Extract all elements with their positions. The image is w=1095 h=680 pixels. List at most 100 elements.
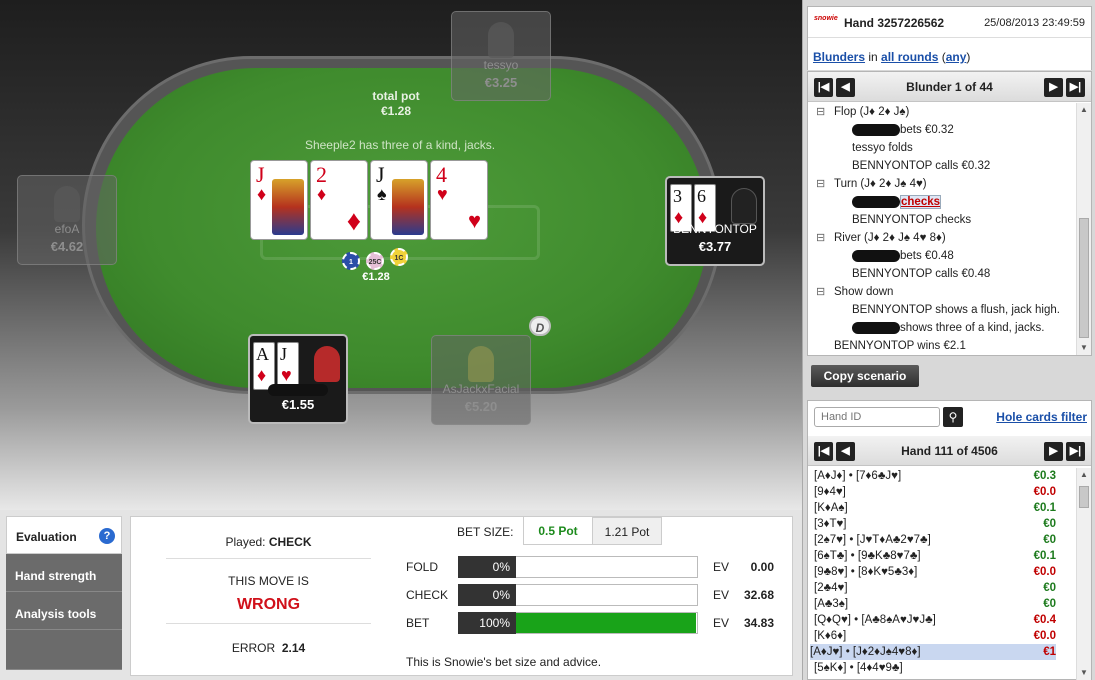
history-scrollbar[interactable]: ▲ ▼ [1076,103,1091,355]
collapse-toggle-icon[interactable]: ⊟ [816,283,825,301]
hand-list-item[interactable]: [2♣4♥] €0 [814,580,1056,596]
board-card-suit: ♠ [377,184,387,204]
evaluation-content: Played: CHECK THIS MOVE IS WRONG ERROR 2… [130,516,793,676]
any-link[interactable]: any [946,50,967,64]
hand-list-item[interactable]: [9♣8♥] • [8♦K♥5♣3♦] €0.0 [814,564,1056,580]
hand-list-item[interactable]: [K♦A♠] €0.1 [814,500,1056,516]
prev-hand-button[interactable]: ◀ [836,442,855,461]
seat-bennyontop[interactable]: 3 ♦ 6 ♦ BENNYONTOP €3.77 [665,176,765,266]
tab-hand-strength[interactable]: Hand strength [6,554,122,592]
scroll-up-icon[interactable]: ▲ [1077,103,1091,117]
seat-tessyo[interactable]: tessyo €3.25 [451,11,551,101]
hand-cards: [3♦T♥] [814,518,847,530]
last-hand-button[interactable]: ▶| [1066,442,1085,461]
scroll-up-icon[interactable]: ▲ [1077,468,1091,482]
all-rounds-link[interactable]: all rounds [881,50,938,64]
bet-size-label: BET SIZE: [457,525,514,539]
redacted-name [852,195,900,208]
history-line[interactable]: checks [852,193,942,211]
hand-list-item[interactable]: [3♦T♥] €0 [814,516,1056,532]
hand-navigation: |◀ ◀ Hand 111 of 4506 ▶ ▶| [808,436,1091,466]
copy-scenario-button[interactable]: Copy scenario [811,365,919,387]
seat-efoa[interactable]: efoA €4.62 [17,175,117,265]
history-text: BENNYONTOP calls €0.32 [852,160,991,172]
help-icon[interactable]: ? [99,528,115,544]
hand-list-item[interactable]: [A♦J♥] • [J♦2♦J♠4♥8♦] €1 [810,644,1056,660]
scrollbar-thumb[interactable] [1079,486,1089,508]
hand-cards: [Q♦Q♥] • [A♣8♠A♥J♥J♣] [814,614,936,626]
last-blunder-button[interactable]: ▶| [1066,78,1085,97]
analysis-tabs: Evaluation ? Hand strength Analysis tool… [6,516,124,676]
collapse-toggle-icon[interactable]: ⊟ [816,103,825,121]
collapse-toggle-icon[interactable]: ⊟ [816,229,825,247]
board-card-1: J ♦ [250,160,308,240]
scroll-down-icon[interactable]: ▼ [1077,341,1091,355]
hand-message: Sheeple2 has three of a kind, jacks. [304,138,496,152]
frequency-bar-fill [516,613,696,633]
board-card-suit-large: ♦ [346,205,361,236]
collapse-toggle-icon[interactable]: ⊟ [816,175,825,193]
seat-stack: €3.77 [698,239,732,254]
prev-blunder-button[interactable]: ◀ [836,78,855,97]
action-label: BET [406,616,430,630]
hand-list-item[interactable]: [A♦J♦] • [7♦6♣J♥] €0.3 [814,468,1056,484]
hand-result: €0 [1043,518,1056,530]
redacted-name [268,383,328,396]
board-card-4: 4 ♥ ♥ [430,160,488,240]
next-blunder-button[interactable]: ▶ [1044,78,1063,97]
tab-label: Analysis tools [15,607,97,621]
tab-evaluation[interactable]: Evaluation ? [6,516,122,554]
seat-stack: €1.55 [281,397,315,412]
total-pot-value: €1.28 [380,104,412,118]
hand-list-item[interactable]: [5♠K♦] • [4♦4♥9♣] [814,660,1056,676]
history-text: Show down [834,286,894,298]
tab-analysis-tools[interactable]: Analysis tools [6,592,122,630]
history-line: BENNYONTOP shows a flush, jack high. [852,301,1060,319]
scroll-down-icon[interactable]: ▼ [1077,666,1091,680]
seat-player-name-redacted [250,382,346,396]
tab-label: Evaluation [16,530,77,544]
bet-size-option-selected[interactable]: 0.5 Pot [523,517,593,545]
action-label: CHECK [406,588,449,602]
move-verdict: WRONG [236,596,301,613]
hand-result: €0.4 [1033,614,1056,626]
right-panel: snowie Hand 3257226562 25/08/2013 23:49:… [802,0,1095,680]
hand-datetime: 25/08/2013 23:49:59 [984,17,1085,29]
snowie-logo-icon: snowie [814,15,838,22]
hand-list-item[interactable]: [6♠T♣] • [9♣K♣8♥7♣] €0.1 [814,548,1056,564]
ev-label: EV [713,588,730,602]
history-line: BENNYONTOP calls €0.32 [852,157,990,175]
blunder-box: |◀ ◀ Blunder 1 of 44 ▶ ▶| ⊟ Flop (J♦ 2♦ J… [807,71,1092,356]
blunders-link[interactable]: Blunders [813,50,865,64]
seat-hero[interactable]: A ♦ J ♥ €1.55 [248,334,348,424]
seat-asjackxfacial[interactable]: AsJackxFacial €5.20 [431,335,531,425]
next-hand-button[interactable]: ▶ [1044,442,1063,461]
hand-list-item[interactable]: [A♣3♠] €0 [814,596,1056,612]
hand-list-item[interactable]: [K♦6♦] €0.0 [814,628,1056,644]
hand-list-scrollbar[interactable]: ▲ ▼ [1076,468,1091,680]
history-line: ⊟ Show down [816,283,894,301]
ev-value: 0.00 [750,560,774,574]
hand-list-item[interactable]: [Q♦Q♥] • [A♣8♠A♥J♥J♣] €0.4 [814,612,1056,628]
player-avatar-icon [731,188,757,224]
first-blunder-button[interactable]: |◀ [814,78,833,97]
seat-player-name: BENNYONTOP [673,222,757,236]
ev-value: 32.68 [743,588,774,602]
action-label: FOLD [406,560,439,574]
bet-size-option[interactable]: 1.21 Pot [592,517,662,545]
hand-list-item[interactable]: [9♦4♥] €0.0 [814,484,1056,500]
search-icon[interactable]: ⚲ [943,407,963,427]
player-avatar-icon [488,22,514,58]
hand-counter: Hand 111 of 4506 [901,444,998,458]
hand-list-item[interactable]: [2♠7♥] • [J♥T♦A♣2♥7♣] €0 [814,532,1056,548]
frequency-percent: 0% [458,556,516,578]
hand-id-input[interactable] [814,407,940,427]
history-text: checks [900,195,942,209]
hand-result: €0.1 [1033,502,1056,514]
history-text: River (J♦ 2♦ J♠ 4♥ 8♦) [834,232,946,244]
first-hand-button[interactable]: |◀ [814,442,833,461]
scrollbar-thumb[interactable] [1079,218,1089,338]
total-pot-label: total pot [372,89,420,103]
action-check-row: CHECK 0% EV 32.68 [406,584,826,606]
hole-cards-filter-link[interactable]: Hole cards filter [996,410,1087,424]
